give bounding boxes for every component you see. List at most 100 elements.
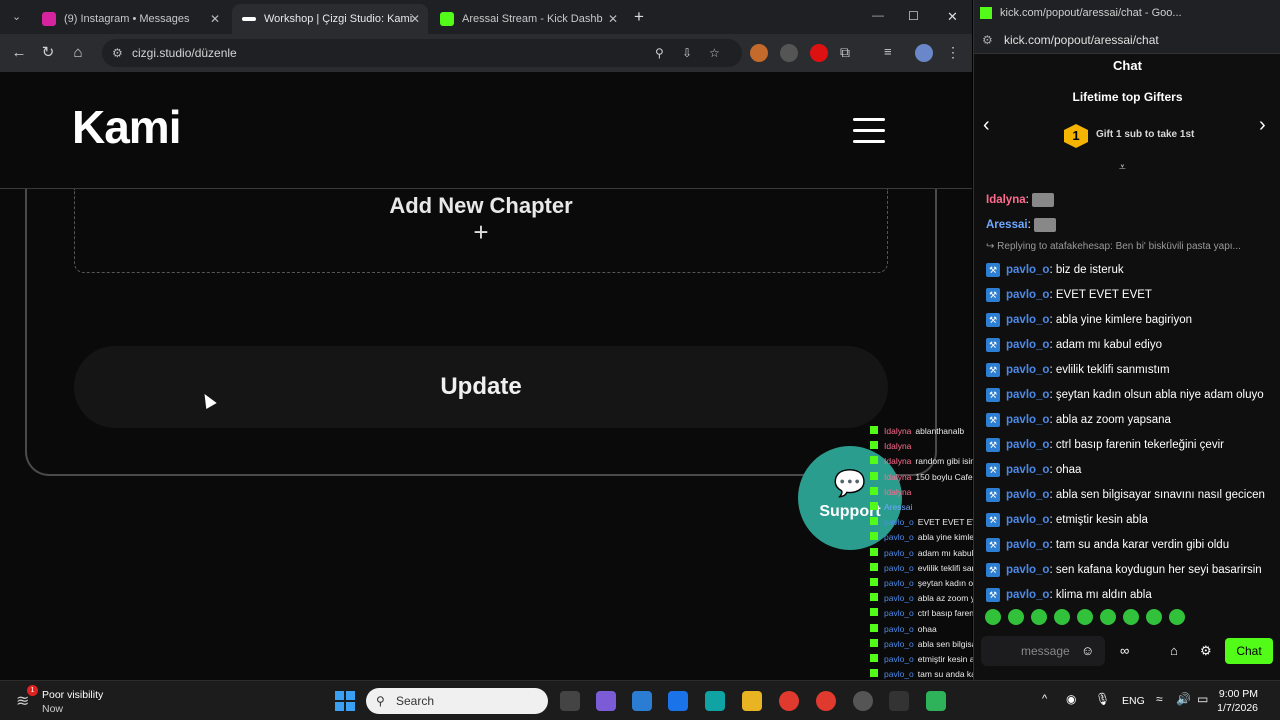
- chrome-icon[interactable]: [779, 691, 799, 711]
- chat-message-row[interactable]: ⚒ pavlo_o: EVET EVET EVET: [986, 282, 1276, 307]
- chat-username[interactable]: pavlo_o: [1006, 564, 1049, 576]
- store-icon[interactable]: ⌂: [1170, 643, 1178, 658]
- chevron-right-icon[interactable]: ›: [1259, 114, 1266, 137]
- obs-icon[interactable]: [889, 691, 909, 711]
- chat-send-button[interactable]: Chat: [1225, 638, 1273, 664]
- chrome-icon[interactable]: [816, 691, 836, 711]
- copilot-icon[interactable]: [596, 691, 616, 711]
- outlook-icon[interactable]: [668, 691, 688, 711]
- wifi-icon[interactable]: ≈: [1156, 692, 1163, 706]
- chat-message-row[interactable]: Aressai:: [986, 212, 1276, 237]
- chevron-left-icon[interactable]: ‹: [983, 114, 990, 137]
- chat-username[interactable]: pavlo_o: [1006, 364, 1049, 376]
- hamburger-menu-icon[interactable]: [853, 118, 887, 144]
- start-icon[interactable]: [335, 691, 355, 711]
- chat-username[interactable]: pavlo_o: [1006, 389, 1049, 401]
- zoom-icon[interactable]: ⚲: [655, 39, 664, 67]
- bookmark-star-icon[interactable]: ☆: [709, 39, 720, 67]
- defender-icon[interactable]: ◉: [1066, 692, 1076, 706]
- volume-icon[interactable]: 🔊: [1176, 692, 1191, 706]
- puzzle-icon[interactable]: ⧉: [840, 44, 858, 62]
- chat-message-row[interactable]: ⚒ pavlo_o: şeytan kadın olsun abla niye a…: [986, 382, 1276, 407]
- extension-icon[interactable]: [780, 44, 798, 62]
- chat-message-row[interactable]: ⚒ pavlo_o: adam mı kabul ediyo: [986, 332, 1276, 357]
- tab-instagram[interactable]: (9) Instagram • Messages ✕: [32, 4, 228, 34]
- emote-icon[interactable]: [985, 609, 1001, 625]
- store-icon[interactable]: [632, 691, 652, 711]
- chat-username[interactable]: pavlo_o: [1006, 264, 1049, 276]
- maximize-icon[interactable]: ☐: [908, 9, 919, 23]
- chat-message-row[interactable]: ⚒ pavlo_o: sen kafana koydugun her seyi b…: [986, 557, 1276, 582]
- extension-icon[interactable]: [750, 44, 768, 62]
- close-window-icon[interactable]: ✕: [947, 9, 958, 25]
- gift-prompt[interactable]: Gift 1 sub to take 1st: [1096, 129, 1194, 140]
- chat-username[interactable]: pavlo_o: [1006, 414, 1049, 426]
- site-info-icon[interactable]: ⚙: [112, 39, 123, 67]
- minimize-icon[interactable]: —: [872, 8, 884, 22]
- emoji-icon[interactable]: ☺: [1081, 643, 1094, 658]
- tab-kick[interactable]: Aressai Stream - Kick Dashb ✕: [430, 4, 626, 34]
- emote-icon[interactable]: [1031, 609, 1047, 625]
- language-indicator[interactable]: ENG: [1122, 695, 1145, 707]
- home-icon[interactable]: ⌂: [68, 43, 88, 63]
- tab-workshop[interactable]: Workshop | Çizgi Studio: Kami ✕: [232, 4, 428, 34]
- settings-icon[interactable]: [853, 691, 873, 711]
- task-view-icon[interactable]: [560, 691, 580, 711]
- new-tab-icon[interactable]: +: [634, 7, 644, 27]
- battery-icon[interactable]: ▭: [1197, 692, 1208, 706]
- back-icon[interactable]: ←: [9, 43, 29, 63]
- close-icon[interactable]: ✕: [608, 12, 618, 26]
- reload-icon[interactable]: ↻: [38, 43, 58, 63]
- chat-username[interactable]: pavlo_o: [1006, 464, 1049, 476]
- chat-username[interactable]: pavlo_o: [1006, 314, 1049, 326]
- chat-message-row[interactable]: ⚒ pavlo_o: tam su anda karar verdin gibi …: [986, 532, 1276, 557]
- emote-icon[interactable]: [1123, 609, 1139, 625]
- tab-search-icon[interactable]: ⌄: [12, 10, 21, 23]
- clock[interactable]: 9:00 PM 1/7/2026: [1217, 687, 1258, 715]
- chat-message-row[interactable]: ⚒ pavlo_o: klima mı aldın abla: [986, 582, 1276, 607]
- chat-username[interactable]: pavlo_o: [1006, 289, 1049, 301]
- microphone-icon[interactable]: 🎙: [1095, 692, 1110, 706]
- chat-username[interactable]: pavlo_o: [1006, 489, 1049, 501]
- media-control-icon[interactable]: ≡: [884, 44, 902, 62]
- chat-username[interactable]: pavlo_o: [1006, 539, 1049, 551]
- add-new-chapter-box[interactable]: Add New Chapter +: [74, 189, 888, 273]
- chat-username[interactable]: pavlo_o: [1006, 339, 1049, 351]
- reply-note[interactable]: ↪ Replying to atafakehesap: Ben bi' bisk…: [986, 237, 1276, 257]
- emote-icon[interactable]: [1100, 609, 1116, 625]
- ublock-icon[interactable]: [810, 44, 828, 62]
- install-icon[interactable]: ⇩: [682, 39, 692, 67]
- close-icon[interactable]: ✕: [410, 12, 420, 26]
- chat-message-row[interactable]: Idalyna:: [986, 187, 1276, 212]
- chat-message-row[interactable]: ⚒ pavlo_o: ohaa: [986, 457, 1276, 482]
- emote-icon[interactable]: [1008, 609, 1024, 625]
- chat-message-row[interactable]: ⚒ pavlo_o: biz de isteruk: [986, 257, 1276, 282]
- emote-icon[interactable]: [1077, 609, 1093, 625]
- collapse-icon[interactable]: ⩡: [1119, 160, 1126, 175]
- profile-avatar[interactable]: [915, 44, 933, 62]
- update-button[interactable]: Update: [74, 346, 888, 428]
- emote-icon[interactable]: [1146, 609, 1162, 625]
- chat-message-row[interactable]: ⚒ pavlo_o: abla az zoom yapsana: [986, 407, 1276, 432]
- chat-message-row[interactable]: ⚒ pavlo_o: etmiştir kesin abla: [986, 507, 1276, 532]
- edge-icon[interactable]: [705, 691, 725, 711]
- points-icon[interactable]: ∞: [1120, 643, 1129, 658]
- more-menu-icon[interactable]: ⋮: [946, 44, 964, 62]
- url-input[interactable]: ⚙ cizgi.studio/düzenle ⚲ ⇩ ☆: [102, 39, 742, 67]
- emote-icon[interactable]: [1169, 609, 1185, 625]
- chat-username[interactable]: pavlo_o: [1006, 589, 1049, 601]
- taskbar-search-input[interactable]: ⚲ Search: [366, 688, 548, 714]
- emote-icon[interactable]: [1054, 609, 1070, 625]
- settings-gear-icon[interactable]: ⚙: [1200, 643, 1212, 659]
- site-logo[interactable]: Kami: [72, 100, 181, 154]
- chat-username[interactable]: Aressai: [986, 219, 1028, 231]
- chat-message-row[interactable]: ⚒ pavlo_o: evlilik teklifi sanmıstım: [986, 357, 1276, 382]
- site-info-icon[interactable]: ⚙: [982, 26, 993, 54]
- chat-username[interactable]: pavlo_o: [1006, 439, 1049, 451]
- chat-message-row[interactable]: ⚒ pavlo_o: ctrl basıp farenin tekerleğini…: [986, 432, 1276, 457]
- app-icon[interactable]: [926, 691, 946, 711]
- close-icon[interactable]: ✕: [210, 12, 220, 26]
- file-explorer-icon[interactable]: [742, 691, 762, 711]
- chevron-up-icon[interactable]: ^: [1042, 693, 1047, 705]
- chat-message-row[interactable]: ⚒ pavlo_o: abla sen bilgisayar sınavını n…: [986, 482, 1276, 507]
